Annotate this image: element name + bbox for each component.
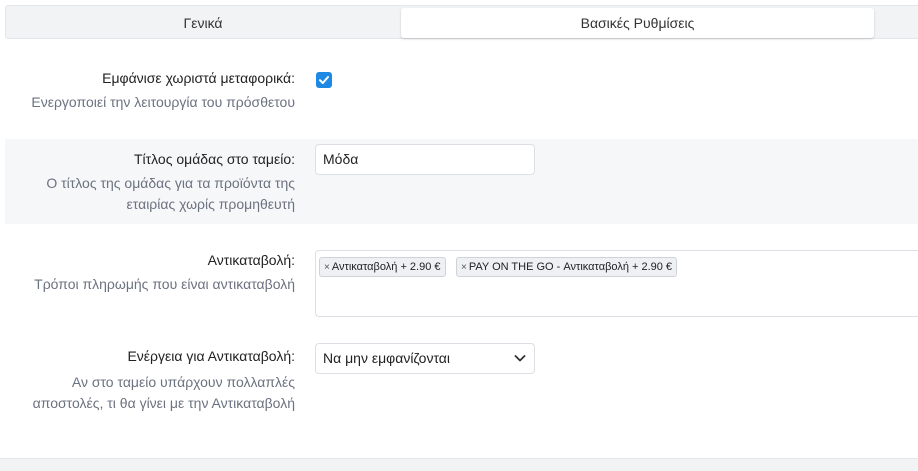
checkmark-icon: [319, 76, 329, 84]
remove-chip-icon[interactable]: ×: [324, 262, 330, 273]
cod-action-label: Ενέργεια για Αντικαταβολή:: [127, 348, 295, 364]
cod-chip[interactable]: × PAY ON THE GO - Αντικαταβολή + 2.90 €: [456, 257, 678, 277]
cod-action-row: Ενέργεια για Αντικαταβολή: Αν στο ταμείο…: [5, 340, 918, 440]
group-title-description-line2: εταιρίας χωρίς προμηθευτή: [126, 196, 295, 212]
group-title-description-line1: Ο τίτλος της ομάδας για τα προϊόντα της: [46, 175, 295, 191]
show-carriers-checkbox[interactable]: [316, 72, 332, 88]
show-carriers-description: Ενεργοποιεί την λειτουργία του πρόσθετου: [31, 94, 295, 110]
tab-basic-settings[interactable]: Βασικές Ρυθμίσεις: [401, 8, 874, 38]
show-carriers-row: Εμφάνισε χωριστά μεταφορικά: Ενεργοποιεί…: [5, 55, 918, 135]
group-title-label: Τίτλος ομάδας στο ταμείο:: [133, 151, 295, 167]
cod-chip-label: PAY ON THE GO - Αντικαταβολή + 2.90 €: [468, 261, 673, 273]
cod-row: Αντικαταβολή: Τρόποι πληρωμής που είναι …: [5, 240, 918, 330]
chevron-down-icon: [514, 355, 526, 362]
cod-action-description-line2: αποστολές, τι θα γίνει με την Αντικαταβο…: [32, 395, 295, 411]
cod-description: Τρόποι πληρωμής που είναι αντικαταβολή: [34, 276, 295, 292]
cod-label: Αντικαταβολή:: [207, 252, 295, 268]
cod-methods-multiselect[interactable]: × Αντικαταβολή + 2.90 € × PAY ON THE GO - …: [315, 250, 918, 317]
tab-general[interactable]: Γενικά: [8, 8, 398, 38]
group-title-input[interactable]: Μόδα: [315, 144, 535, 175]
cod-action-select[interactable]: Να μην εμφανίζονται: [315, 343, 535, 374]
footer-bar: [0, 458, 918, 471]
settings-tabs: Γενικά Βασικές Ρυθμίσεις: [5, 5, 918, 39]
cod-chip-label: Αντικαταβολή + 2.90 €: [331, 261, 441, 273]
group-title-row: Τίτλος ομάδας στο ταμείο: Ο τίτλος της ο…: [5, 139, 918, 224]
cod-action-description-line1: Αν στο ταμείο υπάρχουν πολλαπλές: [71, 374, 295, 390]
remove-chip-icon[interactable]: ×: [461, 262, 467, 273]
show-carriers-label: Εμφάνισε χωριστά μεταφορικά:: [102, 70, 295, 86]
cod-action-selected-value: Να μην εμφανίζονται: [323, 350, 450, 366]
cod-chip[interactable]: × Αντικαταβολή + 2.90 €: [319, 257, 446, 277]
